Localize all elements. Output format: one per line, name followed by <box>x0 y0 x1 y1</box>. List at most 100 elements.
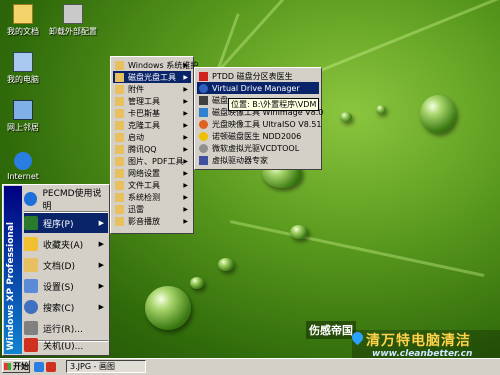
folder-icon <box>115 84 124 94</box>
submenu-arrow-icon: ▶ <box>183 121 188 129</box>
start-button[interactable]: 开始 <box>2 360 30 373</box>
my-computer-icon <box>13 52 33 72</box>
folder-icon <box>115 120 124 130</box>
start-item-search[interactable]: 搜索(C) ▶ <box>24 297 108 317</box>
disk-item-virtual-drive-manager[interactable]: Virtual Drive Manager <box>197 82 319 94</box>
favorites-icon <box>24 237 38 251</box>
programs-item-admin-tools[interactable]: 管理工具 ▶ <box>113 95 191 107</box>
submenu-arrow-icon: ▶ <box>98 282 104 290</box>
quicklaunch-app-icon[interactable] <box>46 362 56 372</box>
submenu-arrow-icon: ▶ <box>183 169 188 177</box>
start-item-documents[interactable]: 文档(D) ▶ <box>24 255 108 275</box>
winimage-icon <box>199 107 208 117</box>
start-item-programs[interactable]: 程序(P) ▶ <box>24 213 108 233</box>
submenu-arrow-icon: ▶ <box>98 261 104 269</box>
run-icon <box>24 321 38 335</box>
programs-item-tencent-qq[interactable]: 腾讯QQ ▶ <box>113 143 191 155</box>
programs-item-startup[interactable]: 启动 ▶ <box>113 131 191 143</box>
water-drop <box>145 286 191 330</box>
programs-item-disk-tools[interactable]: 磁盘光盘工具 ▶ <box>113 71 191 83</box>
programs-menu: Windows 系统维护 ▶ 磁盘光盘工具 ▶ 附件 ▶ 管理工具 ▶ 卡巴斯基 ▶ 克隆… <box>110 56 198 234</box>
folder-icon <box>115 96 124 106</box>
vcdtool-icon <box>199 143 208 153</box>
folder-icon <box>115 132 124 142</box>
start-item-favorites[interactable]: 收藏夹(A) ▶ <box>24 234 108 254</box>
submenu-arrow-icon: ▶ <box>183 157 188 165</box>
watermark-text: 伤感帝国 <box>306 321 356 339</box>
start-menu: Windows XP Professional PECMD使用说明 程序(P) … <box>2 184 110 356</box>
internet-explorer-icon <box>14 152 32 170</box>
folder-icon <box>115 168 124 178</box>
disk-item-virtual-expert[interactable]: 虚拟驱动器专家 <box>197 154 319 166</box>
folder-icon <box>115 192 124 202</box>
programs-item-network-settings[interactable]: 网络设置 ▶ <box>113 167 191 179</box>
programs-item-media-player[interactable]: 影音播放 ▶ <box>113 215 191 227</box>
submenu-arrow-icon: ▶ <box>98 303 104 311</box>
folder-icon <box>115 180 124 190</box>
help-icon <box>24 192 38 206</box>
programs-item-accessories[interactable]: 附件 ▶ <box>113 83 191 95</box>
folder-icon <box>115 108 124 118</box>
folder-icon <box>115 156 124 166</box>
desktop-icon-uninstall[interactable]: 卸载外部配置 <box>48 4 98 37</box>
watermark-brand: 清万特电脑清洁 <box>366 333 471 349</box>
submenu-arrow-icon: ▶ <box>183 217 188 225</box>
programs-item-system-check[interactable]: 系统检测 ▶ <box>113 191 191 203</box>
folder-icon <box>115 72 124 82</box>
submenu-arrow-icon: ▶ <box>183 73 188 81</box>
windows-logo-icon <box>4 363 11 370</box>
quicklaunch-ie-icon[interactable] <box>34 362 44 372</box>
submenu-arrow-icon: ▶ <box>183 61 188 69</box>
submenu-arrow-icon: ▶ <box>98 219 104 227</box>
shutdown-icon <box>24 338 38 352</box>
virtual-expert-icon <box>199 155 208 165</box>
desktop-icon-network[interactable]: 网上邻居 <box>0 100 48 133</box>
water-drop <box>340 112 352 122</box>
disk-icon <box>199 95 208 105</box>
start-menu-sidebar: Windows XP Professional <box>4 186 22 354</box>
programs-item-windows-maintenance[interactable]: Windows 系统维护 ▶ <box>113 59 198 71</box>
taskbar-window-paint[interactable]: 3.JPG - 画图 <box>66 360 146 373</box>
ultraiso-icon <box>199 119 208 129</box>
submenu-arrow-icon: ▶ <box>183 97 188 105</box>
path-tooltip: 位置: B:\外置程序\VDM <box>228 98 320 111</box>
network-icon <box>13 100 33 120</box>
water-drop <box>420 95 456 133</box>
programs-item-thunder[interactable]: 迅雷 ▶ <box>113 203 191 215</box>
disk-item-ptdd[interactable]: PTDD 磁盘分区表医生 <box>197 70 319 82</box>
start-item-shutdown[interactable]: 关机(U)... <box>24 335 108 355</box>
submenu-arrow-icon: ▶ <box>183 145 188 153</box>
start-item-pecmd-help[interactable]: PECMD使用说明 <box>24 189 108 212</box>
disk-tools-menu: PTDD 磁盘分区表医生 Virtual Drive Manager 磁盘 磁盘… <box>194 67 323 170</box>
ptdd-icon <box>199 71 208 81</box>
submenu-arrow-icon: ▶ <box>183 133 188 141</box>
water-drop <box>190 277 204 289</box>
submenu-arrow-icon: ▶ <box>98 240 104 248</box>
programs-icon <box>24 216 38 230</box>
desktop-icon-internet[interactable]: Internet <box>0 152 48 181</box>
disk-item-vcdtool[interactable]: 微软虚拟光驱VCDTOOL <box>197 142 319 154</box>
start-item-settings[interactable]: 设置(S) ▶ <box>24 276 108 296</box>
water-drop <box>218 258 234 271</box>
submenu-arrow-icon: ▶ <box>183 205 188 213</box>
desktop-icon-my-computer[interactable]: 我的电脑 <box>0 52 48 85</box>
folder-icon <box>115 204 124 214</box>
submenu-arrow-icon: ▶ <box>183 181 188 189</box>
documents-icon <box>24 258 38 272</box>
programs-item-clone-tools[interactable]: 克隆工具 ▶ <box>113 119 191 131</box>
norton-icon <box>199 131 208 141</box>
taskbar: 开始 3.JPG - 画图 <box>0 358 500 375</box>
programs-item-file-tools[interactable]: 文件工具 ▶ <box>113 179 191 191</box>
disk-item-ultraiso[interactable]: 光盘映像工具 UltraISO V8.51 <box>197 118 322 130</box>
folder-icon <box>115 60 124 70</box>
search-icon <box>24 300 38 314</box>
water-drop <box>290 225 308 239</box>
programs-item-kaspersky[interactable]: 卡巴斯基 ▶ <box>113 107 191 119</box>
programs-item-image-pdf-tools[interactable]: 图片、PDF工具 ▶ <box>113 155 191 167</box>
submenu-arrow-icon: ▶ <box>183 109 188 117</box>
disk-item-norton[interactable]: 诺顿磁盘医生 NDD2006 <box>197 130 319 142</box>
my-documents-icon <box>13 4 33 24</box>
water-drop <box>376 105 386 114</box>
leaf-vein <box>229 220 485 278</box>
desktop-icon-my-documents[interactable]: 我的文档 <box>0 4 48 37</box>
